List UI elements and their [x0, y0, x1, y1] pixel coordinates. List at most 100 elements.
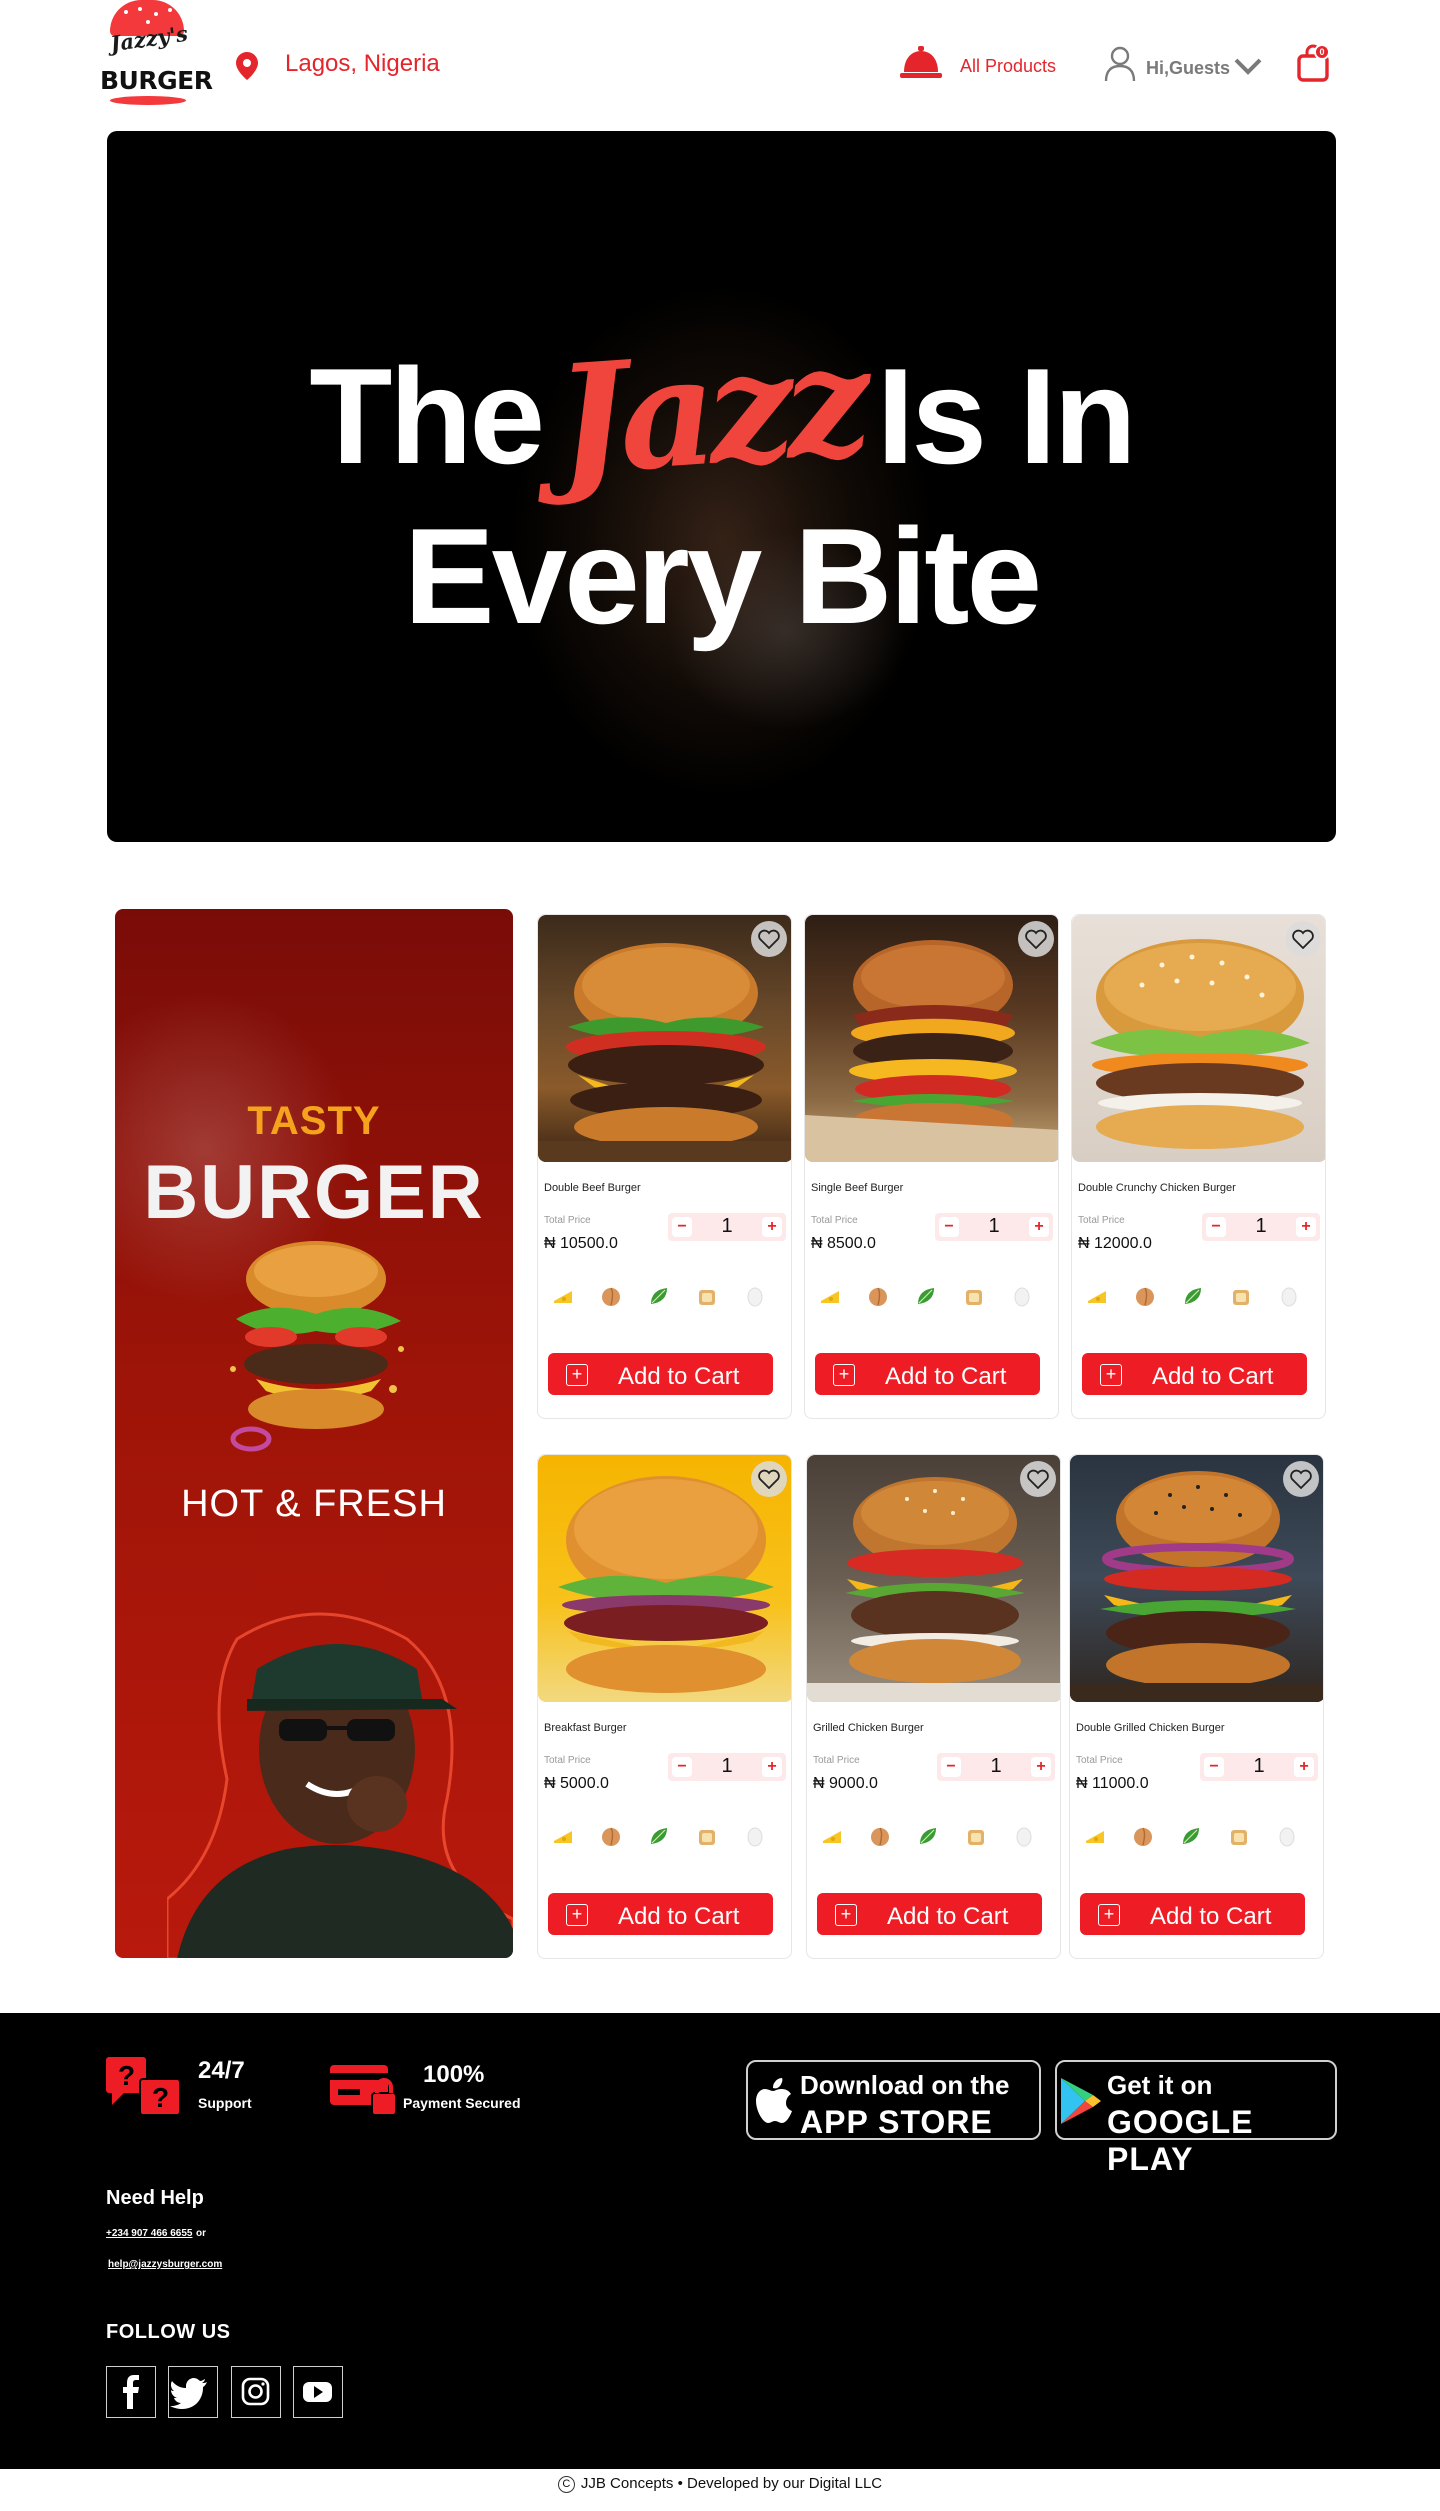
add-to-cart-button[interactable]: + Add to Cart: [817, 1893, 1042, 1935]
man-eating-photo: [167, 1612, 513, 1958]
chevron-down-icon[interactable]: [1234, 56, 1262, 76]
cheese-icon: [1086, 1831, 1104, 1843]
product-price: ₦ 10500.0: [544, 1235, 618, 1252]
facebook-link[interactable]: [106, 2366, 156, 2418]
product-image[interactable]: [538, 1455, 791, 1702]
total-price-label: Total Price: [544, 1215, 591, 1226]
favorite-button[interactable]: [1285, 921, 1321, 957]
burger-illustration: [807, 1477, 1060, 1702]
need-help-heading: Need Help: [106, 2187, 204, 2209]
onion-icon: [1136, 1287, 1154, 1306]
total-price-label: Total Price: [1076, 1755, 1123, 1766]
burger-illustration: [558, 1476, 774, 1693]
email-link[interactable]: help@jazzysburger.com: [108, 2259, 222, 2270]
product-card[interactable]: Grilled Chicken Burger Total Price ₦ 900…: [806, 1454, 1061, 1959]
hero-banner: TheJazzIs In Every Bite: [107, 131, 1336, 842]
facebook-icon: [123, 2375, 139, 2409]
hero-headline-line1: TheJazzIs In: [107, 313, 1336, 510]
app-store-line2: APP STORE: [800, 2104, 993, 2140]
product-name: Double Crunchy Chicken Burger: [1078, 1182, 1236, 1194]
quantity-value[interactable]: 1: [957, 1755, 1035, 1778]
user-icon[interactable]: [1104, 46, 1136, 82]
heart-icon: [1292, 929, 1314, 949]
product-image[interactable]: [1072, 915, 1325, 1162]
hero-word-is-in: Is In: [876, 340, 1137, 492]
quantity-value[interactable]: 1: [955, 1215, 1033, 1238]
payment-label: Payment Secured: [403, 2095, 521, 2111]
location-pin-icon[interactable]: [236, 52, 258, 80]
support-label: Support: [198, 2095, 252, 2111]
app-store-button[interactable]: Download on the APP STORE: [746, 2060, 1041, 2140]
add-to-cart-button[interactable]: + Add to Cart: [1082, 1353, 1307, 1395]
product-card[interactable]: Double Grilled Chicken Burger Total Pric…: [1069, 1454, 1324, 1959]
product-card[interactable]: Double Crunchy Chicken Burger Total Pric…: [1071, 914, 1326, 1419]
onion-icon: [602, 1287, 620, 1306]
favorite-button[interactable]: [1018, 921, 1054, 957]
product-image[interactable]: [805, 915, 1058, 1162]
promo-panel[interactable]: TASTY BURGER HOT & FRESH: [115, 909, 513, 1958]
product-name: Double Grilled Chicken Burger: [1076, 1722, 1225, 1734]
product-image[interactable]: [807, 1455, 1060, 1702]
product-price: ₦ 5000.0: [544, 1775, 609, 1792]
bread-icon: [1233, 1290, 1249, 1305]
favorite-button[interactable]: [751, 921, 787, 957]
product-card[interactable]: Breakfast Burger Total Price ₦ 5000.0 − …: [537, 1454, 792, 1959]
copyright-text: JJB Concepts • Developed by our Digital …: [580, 2475, 883, 2492]
lettuce-icon: [651, 1828, 667, 1844]
quantity-value[interactable]: 1: [1222, 1215, 1300, 1238]
add-to-cart-button[interactable]: + Add to Cart: [548, 1353, 773, 1395]
lettuce-icon: [918, 1288, 934, 1304]
increase-quantity-button[interactable]: +: [1296, 1217, 1316, 1237]
twitter-icon: [170, 2378, 207, 2409]
svg-text:?: ?: [152, 2082, 169, 2113]
heart-icon: [1025, 929, 1047, 949]
copyright-symbol: C: [557, 2476, 575, 2493]
google-play-button[interactable]: Get it on GOOGLE PLAY: [1055, 2060, 1337, 2177]
product-image[interactable]: [1070, 1455, 1323, 1702]
add-to-cart-button[interactable]: + Add to Cart: [815, 1353, 1040, 1395]
increase-quantity-button[interactable]: +: [762, 1757, 782, 1777]
quantity-stepper: − 1 +: [1202, 1213, 1320, 1241]
quantity-stepper: − 1 +: [668, 1213, 786, 1241]
product-image[interactable]: [538, 915, 791, 1162]
increase-quantity-button[interactable]: +: [1031, 1757, 1051, 1777]
quantity-stepper: − 1 +: [935, 1213, 1053, 1241]
location-text[interactable]: Lagos, Nigeria: [285, 50, 440, 78]
product-card[interactable]: Single Beef Burger Total Price ₦ 8500.0 …: [804, 914, 1059, 1419]
favorite-button[interactable]: [1020, 1461, 1056, 1497]
phone-link[interactable]: +234 907 466 6655: [106, 2228, 192, 2239]
favorite-button[interactable]: [751, 1461, 787, 1497]
youtube-link[interactable]: [293, 2366, 343, 2418]
quantity-value[interactable]: 1: [1220, 1755, 1298, 1778]
add-to-cart-label: Add to Cart: [1150, 1903, 1272, 1930]
bread-icon: [1231, 1830, 1247, 1845]
all-products-link[interactable]: All Products: [960, 56, 1056, 77]
secure-payment-icon: [330, 2065, 397, 2116]
increase-quantity-button[interactable]: +: [762, 1217, 782, 1237]
brand-logo[interactable]: Jazzy's BURGER: [96, 0, 213, 108]
promo-tasty-text: TASTY: [247, 1099, 381, 1143]
quantity-value[interactable]: 1: [688, 1215, 766, 1238]
quantity-stepper: − 1 +: [668, 1753, 786, 1781]
user-greeting[interactable]: Hi,Guests: [1146, 58, 1230, 79]
google-play-line2: GOOGLE PLAY: [1107, 2104, 1254, 2177]
site-header: Jazzy's BURGER Lagos, Nigeria All Produc…: [0, 0, 1440, 130]
product-name: Grilled Chicken Burger: [813, 1722, 924, 1734]
cloche-icon[interactable]: [900, 46, 942, 80]
plus-icon: +: [566, 1364, 588, 1386]
quantity-value[interactable]: 1: [688, 1755, 766, 1778]
onion-icon: [602, 1827, 620, 1846]
cheese-icon: [554, 1831, 572, 1843]
increase-quantity-button[interactable]: +: [1294, 1757, 1314, 1777]
add-to-cart-button[interactable]: + Add to Cart: [1080, 1893, 1305, 1935]
flying-burger-image: [230, 1241, 404, 1452]
add-to-cart-label: Add to Cart: [618, 1363, 740, 1390]
total-price-label: Total Price: [1078, 1215, 1125, 1226]
favorite-button[interactable]: [1283, 1461, 1319, 1497]
increase-quantity-button[interactable]: +: [1029, 1217, 1049, 1237]
product-price: ₦ 9000.0: [813, 1775, 878, 1792]
add-to-cart-button[interactable]: + Add to Cart: [548, 1893, 773, 1935]
product-card[interactable]: Double Beef Burger Total Price ₦ 10500.0…: [537, 914, 792, 1419]
instagram-link[interactable]: [231, 2366, 281, 2418]
twitter-link[interactable]: [168, 2366, 218, 2418]
